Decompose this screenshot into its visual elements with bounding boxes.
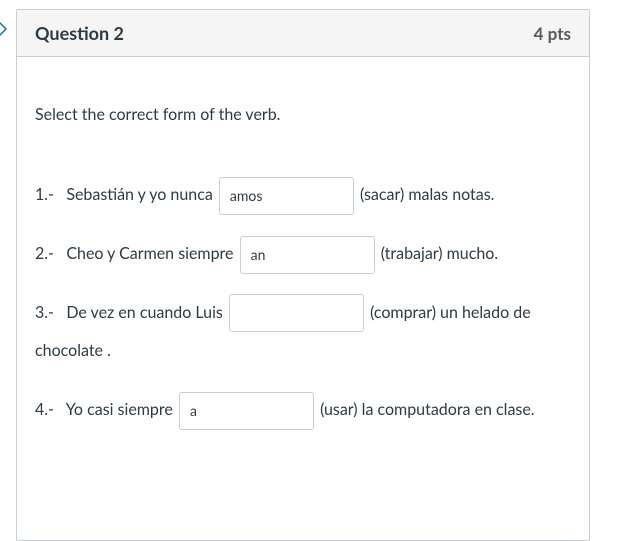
item-after: (sacar) malas notas. <box>360 185 494 204</box>
verb-input-4[interactable] <box>179 392 314 430</box>
question-header: Question 2 4 pts <box>17 10 589 57</box>
verb-input-3[interactable] <box>229 294 364 332</box>
item-row: 2.- Cheo y Carmen siempre (trabajar) muc… <box>35 235 571 274</box>
item-before: Sebastián y yo nunca <box>66 185 212 204</box>
question-prompt: Select the correct form of the verb. <box>35 102 571 128</box>
verb-input-1[interactable] <box>219 177 354 215</box>
question-points: 4 pts <box>534 23 571 44</box>
question-title: Question 2 <box>35 22 124 44</box>
item-row: 3.- De vez en cuando Luis (comprar) un h… <box>35 294 571 371</box>
item-num: 1.- <box>35 185 54 204</box>
item-before: De vez en cuando Luis <box>66 303 223 322</box>
item-num: 3.- <box>35 303 54 322</box>
item-before: Yo casi siempre <box>66 400 173 419</box>
question-card: Question 2 4 pts Select the correct form… <box>16 9 590 541</box>
item-row: 1.- Sebastián y yo nunca (sacar) malas n… <box>35 176 571 215</box>
item-num: 2.- <box>35 244 54 263</box>
question-body: Select the correct form of the verb. 1.-… <box>17 57 589 540</box>
item-num: 4.- <box>35 400 54 419</box>
verb-input-2[interactable] <box>240 236 375 274</box>
item-row: 4.- Yo casi siempre (usar) la computador… <box>35 391 571 430</box>
nav-arrow-icon <box>0 22 10 36</box>
items-container: 1.- Sebastián y yo nunca (sacar) malas n… <box>35 176 571 430</box>
item-after: (usar) la computadora en clase. <box>320 400 534 419</box>
item-after: (trabajar) mucho. <box>381 244 498 263</box>
item-before: Cheo y Carmen siempre <box>66 244 233 263</box>
